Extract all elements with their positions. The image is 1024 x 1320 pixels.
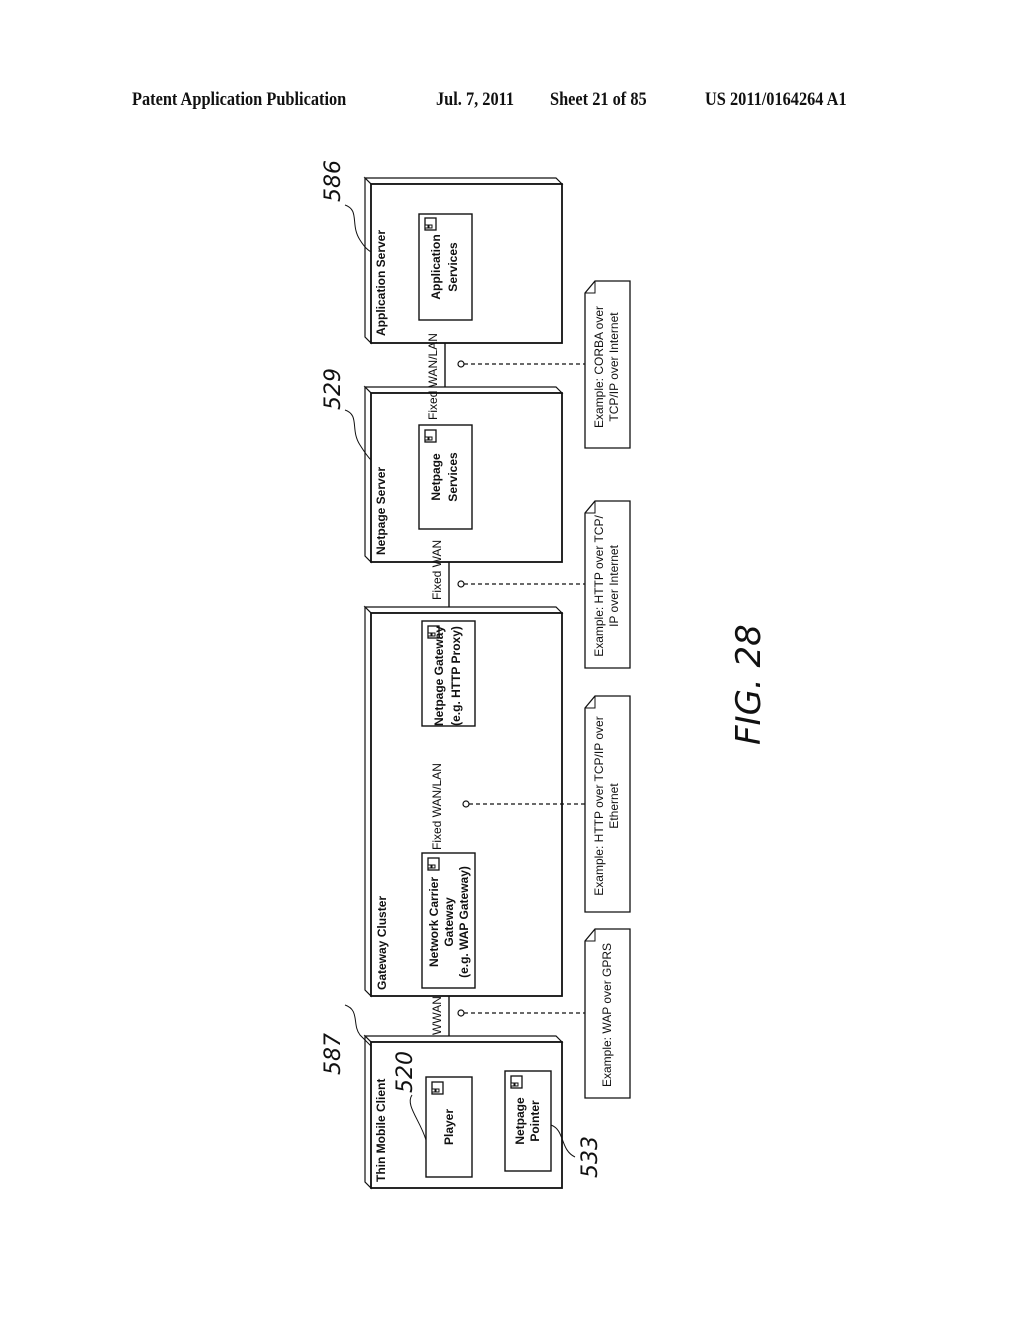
node-application-server: Application Server Application Services … <box>321 160 564 345</box>
note-wap-gprs: Example: WAP over GPRS <box>584 928 631 1099</box>
component-icon <box>424 429 437 443</box>
link-label: Fixed WAN/LAN <box>426 333 440 420</box>
component-application-services: Application Services <box>418 213 473 321</box>
note-connector <box>457 1009 585 1017</box>
node-thin-mobile-client: Thin Mobile Client Player 520 Netpage Po… <box>321 1004 603 1190</box>
node-title: Netpage Server <box>374 467 388 555</box>
component-label: Player <box>442 1109 456 1145</box>
note-corba: Example: CORBA over TCP/IP over Internet <box>584 280 631 449</box>
component-label-line-2: (e.g. HTTP Proxy) <box>449 626 463 726</box>
node-title: Thin Mobile Client <box>374 1079 388 1182</box>
figure-label: FIG. 28 <box>729 624 769 745</box>
component-label-line-2: Services <box>446 242 460 292</box>
component-icon <box>510 1075 523 1089</box>
note-text: Example: WAP over GPRS <box>600 943 614 1087</box>
node-title: Gateway Cluster <box>375 896 389 990</box>
note-text-line-1: Example: HTTP over TCP/ <box>592 515 606 657</box>
note-text-line-2: Ethernet <box>607 783 621 829</box>
ref-number: 529 <box>321 368 346 410</box>
component-label-line-2: Gateway <box>442 897 456 947</box>
component-icon <box>431 1081 444 1095</box>
component-label-line-2: Pointer <box>528 1100 542 1142</box>
deployment-diagram: Application Server Application Services … <box>321 160 769 1190</box>
note-text-line-1: Example: HTTP over TCP/IP over <box>592 716 606 895</box>
note-text-line-1: Example: CORBA over <box>592 306 606 428</box>
component-label-line-1: Application <box>429 234 443 299</box>
component-icon <box>424 217 437 231</box>
component-label-line-1: Network Carrier <box>427 877 441 967</box>
link-label: WWAN <box>430 996 444 1035</box>
component-label-line-2: Services <box>446 452 460 502</box>
link-label: Fixed WAN/LAN <box>430 763 444 850</box>
component-netpage-services: Netpage Services <box>418 424 473 530</box>
note-http-ethernet: Example: HTTP over TCP/IP over Ethernet <box>584 695 631 913</box>
ref-number: 520 <box>393 1051 418 1093</box>
component-netpage-gateway: Netpage Gateway (e.g. HTTP Proxy) <box>421 620 476 727</box>
note-text-line-2: IP over Internet <box>607 544 621 626</box>
note-connector <box>457 360 585 368</box>
component-label-line-1: Netpage <box>429 453 443 501</box>
ref-number: 587 <box>321 1033 346 1075</box>
component-label-line-1: Netpage <box>513 1097 527 1145</box>
ref-number: 586 <box>321 160 346 202</box>
node-netpage-server: Netpage Server Netpage Services 529 <box>321 368 564 564</box>
ref-number: 533 <box>578 1136 603 1178</box>
component-label-line-3: (e.g. WAP Gateway) <box>457 866 471 978</box>
link-label: Fixed WAN <box>430 540 444 600</box>
component-network-carrier-gateway: Network Carrier Gateway (e.g. WAP Gatewa… <box>421 852 476 989</box>
note-connector <box>457 580 585 588</box>
component-label-line-1: Netpage Gateway <box>432 626 446 726</box>
note-http-internet: Example: HTTP over TCP/ IP over Internet <box>584 500 631 669</box>
node-title: Application Server <box>374 230 388 336</box>
component-icon <box>427 857 440 871</box>
note-text-line-2: TCP/IP over Internet <box>607 312 621 422</box>
